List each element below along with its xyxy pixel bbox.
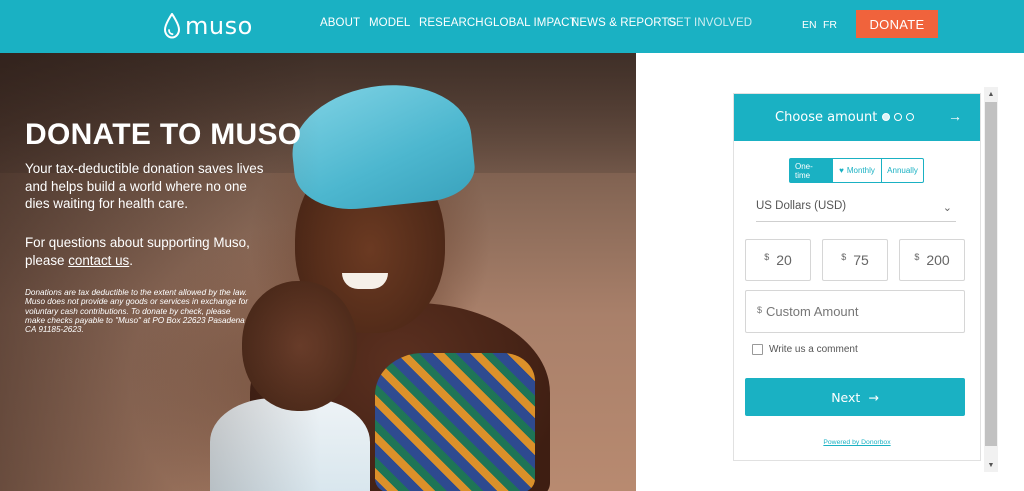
currency-select[interactable]: US Dollars (USD) ⌄: [756, 200, 956, 222]
comment-option[interactable]: Write us a comment: [752, 344, 858, 355]
amount-option-75[interactable]: $75: [822, 239, 888, 281]
scroll-thumb[interactable]: [985, 102, 997, 446]
comment-label: Write us a comment: [769, 344, 858, 355]
scroll-down-icon[interactable]: ▼: [984, 458, 998, 472]
step-dot-3: [906, 113, 914, 121]
nav-research[interactable]: RESEARCH: [419, 17, 484, 29]
freq-annually-label: Annually: [887, 166, 918, 175]
site-header: muso ABOUT MODEL RESEARCH GLOBAL IMPACT …: [0, 0, 1024, 53]
heart-icon: ♥: [839, 166, 844, 175]
freq-one-time-label: One-time: [795, 161, 813, 180]
hero-contact-text: For questions about supporting Muso, ple…: [25, 234, 265, 269]
scroll-up-icon[interactable]: ▲: [984, 87, 998, 101]
powered-by-link[interactable]: Powered by Donorbox: [734, 439, 980, 446]
nav-global-impact[interactable]: GLOBAL IMPACT: [484, 17, 577, 29]
logo-text: muso: [185, 12, 253, 40]
arrow-right-icon: →: [868, 389, 879, 405]
currency-value: US Dollars (USD): [756, 200, 847, 212]
amount-option-20[interactable]: $20: [745, 239, 811, 281]
amount-option-200[interactable]: $200: [899, 239, 965, 281]
water-drop-logo-icon: [163, 13, 181, 39]
widget-scrollbar[interactable]: ▲ ▼: [984, 87, 998, 472]
tax-disclaimer: Donations are tax deductible to the exte…: [25, 288, 249, 335]
step-dot-2: [894, 113, 902, 121]
dollar-sign: $: [841, 252, 847, 262]
contact-suffix: .: [129, 252, 133, 268]
contact-prefix: For questions about supporting Muso, ple…: [25, 235, 250, 268]
lang-fr[interactable]: FR: [823, 19, 837, 31]
lang-en[interactable]: EN: [802, 19, 817, 31]
hero-lead-text: Your tax-deductible donation saves lives…: [25, 161, 264, 211]
dollar-sign: $: [764, 252, 770, 262]
chevron-down-icon: ⌄: [942, 202, 952, 214]
freq-monthly[interactable]: ♥ Monthly: [832, 159, 881, 182]
freq-one-time[interactable]: One-time: [790, 159, 832, 182]
custom-amount-placeholder: Custom Amount: [766, 304, 859, 319]
nav-model[interactable]: MODEL: [369, 17, 410, 29]
amount-value: 200: [926, 252, 950, 268]
contact-us-link[interactable]: contact us: [68, 253, 129, 268]
step-indicator: [882, 113, 914, 121]
header-donate-button[interactable]: DONATE: [856, 10, 938, 38]
nav-about[interactable]: ABOUT: [320, 17, 360, 29]
nav-news-reports[interactable]: NEWS & REPORTS: [571, 17, 676, 29]
amount-value: 20: [776, 252, 792, 268]
comment-checkbox[interactable]: [752, 344, 763, 355]
step-dot-1: [882, 113, 890, 121]
widget-header: Choose amount →: [734, 94, 980, 141]
frequency-toggle: One-time ♥ Monthly Annually: [789, 158, 924, 183]
amount-value: 75: [853, 252, 869, 268]
hero-photo-wrap-fabric: [375, 353, 535, 491]
dollar-sign: $: [914, 252, 920, 262]
nav-get-involved[interactable]: GET INVOLVED: [667, 17, 752, 29]
donation-widget: Choose amount → One-time ♥ Monthly Annual…: [733, 93, 981, 461]
next-button[interactable]: Next →: [745, 378, 965, 416]
dollar-sign: $: [757, 304, 763, 315]
freq-monthly-label: Monthly: [846, 166, 875, 175]
widget-title: Choose amount: [775, 110, 878, 125]
freq-annually[interactable]: Annually: [881, 159, 923, 182]
custom-amount-input[interactable]: $ Custom Amount: [745, 290, 965, 333]
next-label: Next: [831, 389, 861, 405]
hero-title: DONATE TO MUSO: [25, 118, 302, 151]
muso-logo[interactable]: muso: [163, 11, 253, 41]
arrow-right-icon[interactable]: →: [948, 108, 962, 124]
